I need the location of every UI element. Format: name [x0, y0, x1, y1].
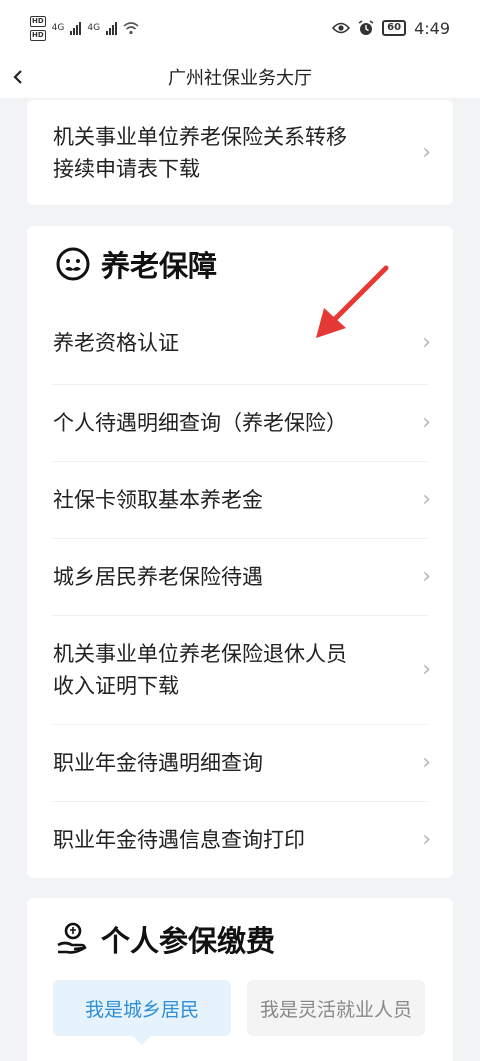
list-item-transfer-form[interactable]: 机关事业单位养老保险关系转移 接续申请表下载 › [27, 100, 453, 205]
transfer-card: 机关事业单位养老保险关系转移 接续申请表下载 › [27, 100, 453, 205]
list-item-label: 职业年金待遇明细查询 [53, 751, 263, 775]
elderly-face-icon [53, 244, 93, 284]
list-item-rural-pension[interactable]: 城乡居民养老保险待遇 › [27, 539, 453, 615]
network-type-1: 4G [51, 23, 65, 33]
chevron-right-icon: › [422, 657, 431, 682]
battery-indicator: 60 [382, 20, 407, 36]
chevron-right-icon: › [422, 487, 431, 512]
chevron-right-icon: › [422, 827, 431, 852]
list-item-label: 养老资格认证 [53, 331, 179, 355]
wifi-icon [123, 22, 139, 35]
status-bar: HD HD 4G 4G 60 4:49 [0, 0, 480, 56]
list-item-label: 收入证明下载 [53, 674, 179, 698]
section-header: 个人参保缴费 [27, 898, 453, 980]
list-item-retiree-income-proof[interactable]: 机关事业单位养老保险退休人员 收入证明下载 › [27, 616, 453, 724]
chevron-right-icon: › [422, 139, 431, 165]
list-item-label: 机关事业单位养老保险退休人员 [53, 642, 347, 666]
signal-icon [70, 21, 82, 35]
clock: 4:49 [414, 18, 450, 38]
list-item-annuity-print[interactable]: 职业年金待遇信息查询打印 › [27, 802, 453, 878]
section-title: 养老保障 [101, 249, 218, 283]
list-item-label: 职业年金待遇信息查询打印 [53, 828, 305, 852]
hand-person-icon [53, 919, 93, 959]
resident-type-tabs: 我是城乡居民 我是灵活就业人员 [27, 980, 453, 1045]
chevron-right-icon: › [422, 410, 431, 435]
section-title: 个人参保缴费 [101, 924, 276, 958]
chevron-left-icon [13, 70, 22, 84]
annotation-arrow-icon [316, 265, 389, 338]
list-item-label: 个人待遇明细查询（养老保险） [53, 411, 347, 435]
back-button[interactable] [6, 56, 30, 98]
list-item-social-card-pension[interactable]: 社保卡领取基本养老金 › [27, 462, 453, 538]
signal-icon [106, 21, 118, 35]
list-item-label: 社保卡领取基本养老金 [53, 488, 263, 512]
chevron-right-icon: › [422, 750, 431, 775]
alarm-icon [358, 20, 374, 35]
list-item-label: 接续申请表下载 [53, 156, 200, 181]
page-title: 广州社保业务大厅 [168, 68, 312, 89]
payment-card: 个人参保缴费 我是城乡居民 我是灵活就业人员 [27, 898, 453, 1061]
list-item-label: 机关事业单位养老保险关系转移 [53, 124, 347, 149]
chevron-right-icon: › [422, 564, 431, 589]
status-right: 60 4:49 [332, 19, 450, 38]
hd-badges: HD HD [30, 15, 46, 41]
status-left: HD HD 4G 4G [30, 15, 139, 41]
tab-urban-rural-resident[interactable]: 我是城乡居民 [53, 980, 231, 1045]
list-item-annuity-detail[interactable]: 职业年金待遇明细查询 › [27, 725, 453, 801]
network-type-2: 4G [87, 23, 101, 33]
tab-flexible-worker[interactable]: 我是灵活就业人员 [247, 980, 425, 1036]
list-item-benefit-detail[interactable]: 个人待遇明细查询（养老保险） › [27, 385, 453, 461]
navigation-bar: 广州社保业务大厅 [0, 56, 480, 98]
hd-badge: HD [30, 15, 46, 27]
chevron-right-icon: › [422, 330, 431, 355]
eye-icon [332, 22, 351, 34]
hd-badge: HD [30, 29, 46, 41]
list-item-label: 城乡居民养老保险待遇 [53, 565, 263, 589]
